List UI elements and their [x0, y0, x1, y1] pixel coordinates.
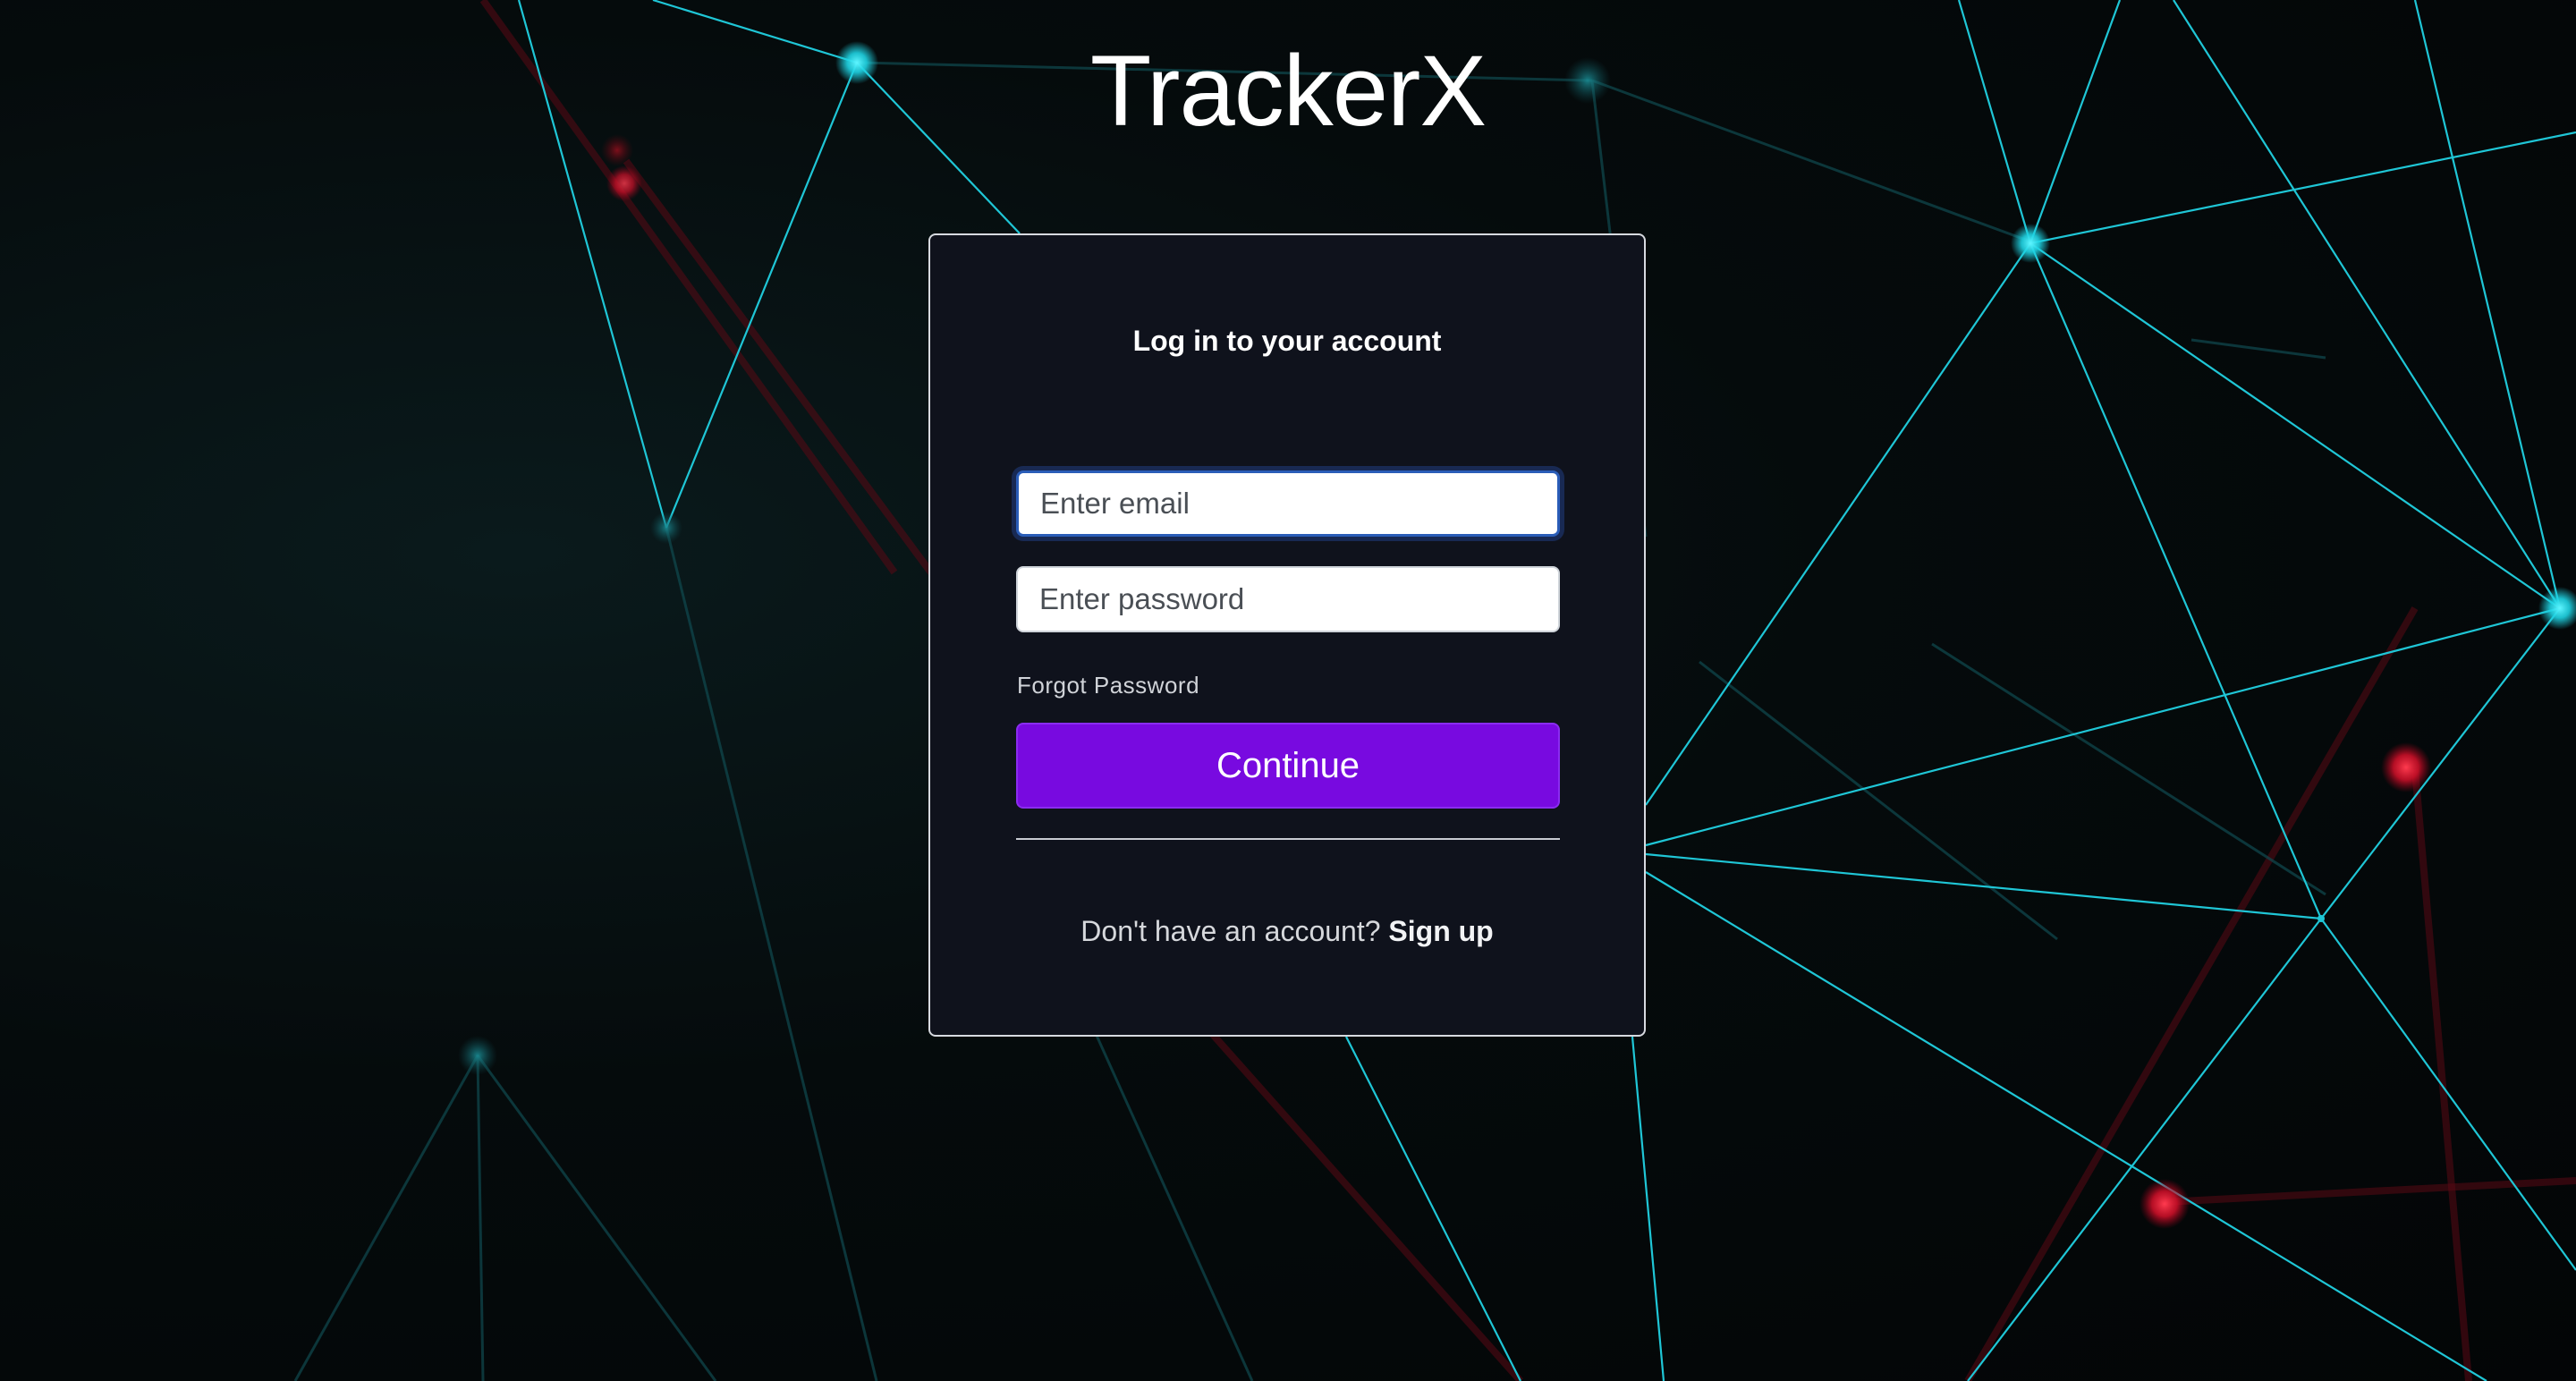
signup-prompt: Don't have an account? [1080, 915, 1381, 947]
forgot-password-link[interactable]: Forgot Password [1017, 671, 1199, 699]
signup-prompt-row: Don't have an account? Sign up [930, 913, 1644, 949]
login-heading: Log in to your account [1132, 325, 1442, 357]
app-title: TrackerX [1089, 35, 1487, 147]
password-field[interactable] [1016, 566, 1560, 632]
divider [1016, 838, 1560, 840]
continue-button[interactable]: Continue [1016, 723, 1560, 809]
login-page: TrackerX Log in to your account Forgot P… [0, 0, 2576, 1381]
sign-up-link[interactable]: Sign up [1388, 915, 1493, 947]
login-card: Log in to your account Forgot Password C… [928, 233, 1646, 1037]
email-field[interactable] [1016, 470, 1560, 537]
